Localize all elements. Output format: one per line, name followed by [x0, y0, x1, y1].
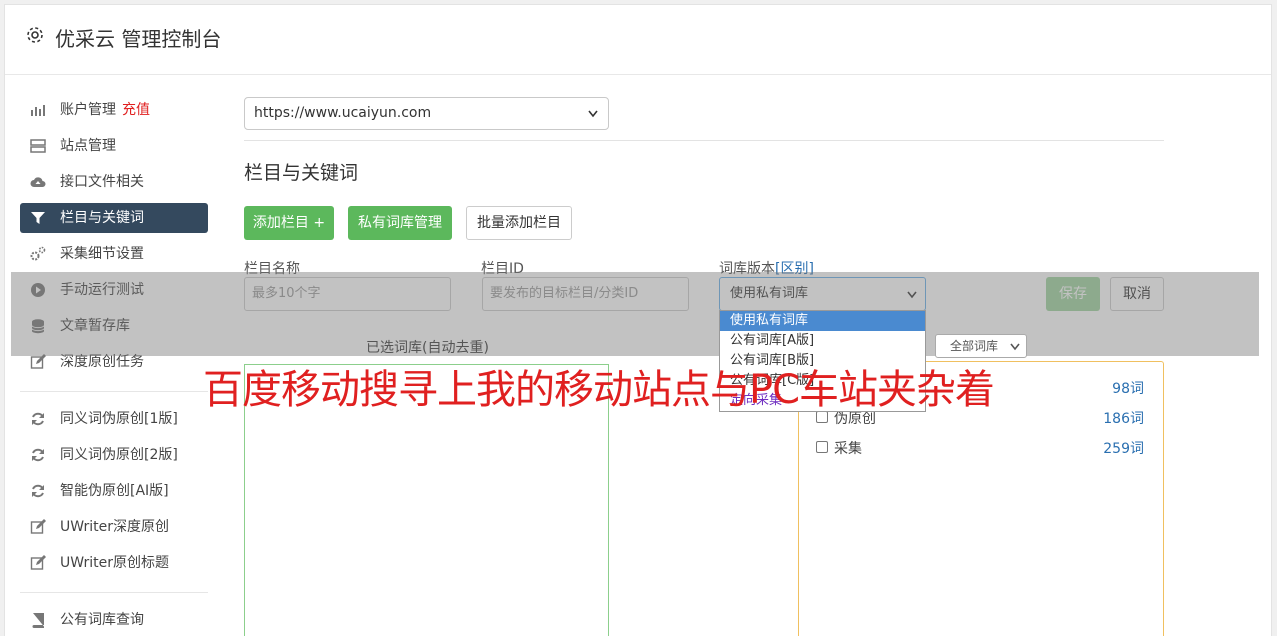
sidebar-item-label: UWriter原创标题 [60, 555, 169, 571]
bar-chart-icon [31, 105, 45, 116]
all-lib-select[interactable]: 全部词库 [935, 334, 1027, 358]
chevron-down-icon [588, 110, 598, 118]
batch-add-button[interactable]: 批量添加栏目 [466, 206, 572, 240]
sidebar-item-label: 深度原创任务 [60, 354, 144, 370]
edit-icon [30, 519, 46, 534]
sidebar-item-columns[interactable]: 栏目与关键词 [20, 203, 208, 233]
sidebar-item-label: UWriter深度原创 [60, 519, 169, 535]
cloud-upload-icon [30, 177, 46, 187]
lib-count: 259词 [1103, 441, 1144, 457]
add-column-button[interactable]: 添加栏目 + [244, 206, 334, 240]
refresh-icon [32, 448, 44, 462]
refresh-icon [32, 412, 44, 426]
list-item[interactable]: 采集 259词 [816, 437, 1148, 459]
sidebar-item-label: 同义词伪原创[2版] [60, 447, 178, 463]
sidebar-item-sites[interactable]: 站点管理 [20, 131, 208, 161]
section-title: 栏目与关键词 [244, 162, 359, 184]
gears-icon [30, 246, 46, 261]
selected-lib-label: 已选词库(自动去重) [366, 340, 489, 356]
sidebar-item-uwriter-title[interactable]: UWriter原创标题 [20, 548, 208, 578]
lib-count: 98词 [1112, 381, 1144, 397]
checkbox[interactable] [816, 441, 828, 453]
sidebar-divider [20, 592, 208, 593]
filter-icon [31, 212, 45, 224]
sidebar-item-label: 接口文件相关 [60, 174, 144, 190]
sidebar-item-account[interactable]: 账户管理 充值 [20, 95, 208, 125]
overlay-band [11, 272, 1259, 356]
header: 优采云 管理控制台 [5, 5, 1271, 75]
sidebar-divider [20, 391, 208, 392]
sidebar-item-label: 站点管理 [60, 138, 116, 154]
sidebar-item-label: 公有词库查询 [60, 612, 144, 628]
server-icon [30, 139, 46, 153]
sidebar-item-label: 栏目与关键词 [60, 210, 144, 226]
sidebar-item-uwriter-deep[interactable]: UWriter深度原创 [20, 512, 208, 542]
sidebar-item-label: 同义词伪原创[1版] [60, 411, 178, 427]
sidebar-item-collect-settings[interactable]: 采集细节设置 [20, 239, 208, 269]
sidebar-item-public-lib[interactable]: 公有词库查询 [20, 605, 208, 635]
private-lib-button[interactable]: 私有词库管理 [348, 206, 452, 240]
sidebar-item-synonym-v2[interactable]: 同义词伪原创[2版] [20, 440, 208, 470]
sidebar-item-label: 采集细节设置 [60, 246, 144, 262]
book-icon [32, 613, 44, 628]
sidebar-item-label: 智能伪原创[AI版] [60, 483, 169, 499]
all-lib-value: 全部词库 [950, 339, 999, 353]
recharge-link[interactable]: 充值 [122, 102, 150, 118]
lib-name: 采集 [834, 441, 862, 457]
site-select[interactable]: https://www.ucaiyun.com [244, 97, 609, 130]
gear-icon [27, 27, 43, 43]
edit-icon [30, 354, 46, 369]
page-title: 优采云 管理控制台 [55, 27, 222, 51]
chevron-down-icon [1010, 343, 1020, 351]
sidebar-item-interface[interactable]: 接口文件相关 [20, 167, 208, 197]
sidebar-item-synonym-v1[interactable]: 同义词伪原创[1版] [20, 404, 208, 434]
divider [244, 140, 1164, 141]
dropdown-option[interactable]: 公有词库[A版] [720, 331, 925, 351]
watermark-text: 百度移动搜寻上我的移动站点与PC车站夹杂着 [203, 367, 995, 413]
sidebar-item-ai-rewrite[interactable]: 智能伪原创[AI版] [20, 476, 208, 506]
lib-count: 186词 [1103, 411, 1144, 427]
dropdown-option[interactable]: 使用私有词库 [720, 311, 925, 331]
refresh-icon [32, 484, 44, 498]
edit-icon [30, 555, 46, 570]
sidebar-item-label: 账户管理 [60, 102, 116, 118]
site-select-value: https://www.ucaiyun.com [254, 105, 432, 121]
